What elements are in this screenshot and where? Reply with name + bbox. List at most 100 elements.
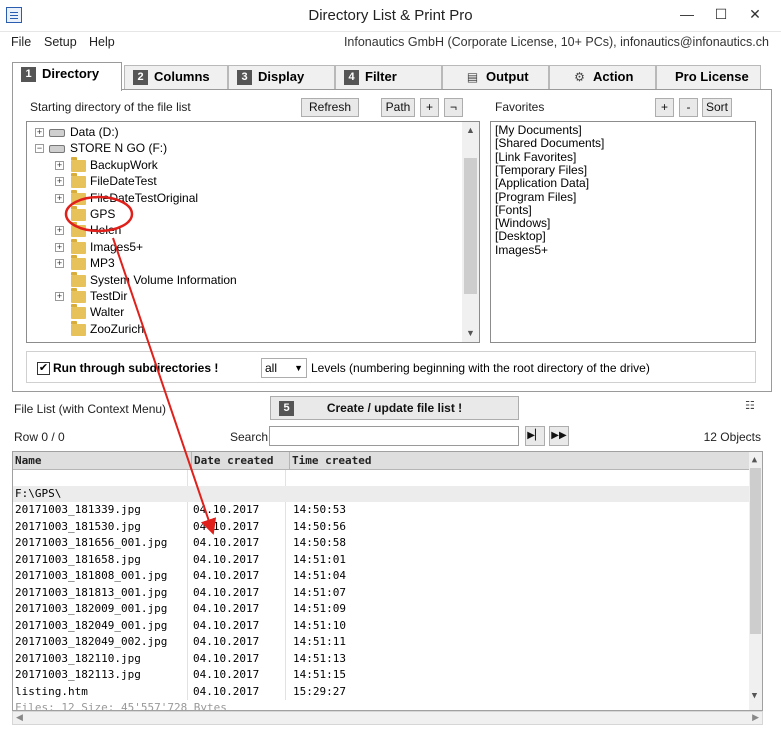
scroll-thumb[interactable] xyxy=(464,158,477,294)
add-favorite-button[interactable]: + xyxy=(655,98,674,117)
cell-date-created: 04.10.2017 xyxy=(193,618,260,632)
tree-node[interactable]: GPS xyxy=(27,206,461,222)
scroll-up-icon[interactable]: ▲ xyxy=(747,452,762,469)
tab-number: 4 xyxy=(344,70,359,85)
tree-node-label: ZooZurich xyxy=(90,321,145,336)
scroll-thumb[interactable] xyxy=(750,468,761,634)
column-header-time[interactable]: Time created xyxy=(289,452,409,470)
table-row[interactable]: 20171003_182049_002.jpg 04.10.2017 14:51:1… xyxy=(13,634,749,650)
tree-node[interactable]: + FileDateTestOriginal xyxy=(27,189,461,206)
expand-icon[interactable]: + xyxy=(55,160,64,170)
tree-node[interactable]: System Volume Information xyxy=(27,271,461,288)
table-row[interactable]: 20171003_182009_001.jpg 04.10.2017 14:51:0… xyxy=(13,601,749,617)
tab-filter[interactable]: 4 Filter xyxy=(335,65,442,90)
search-input[interactable] xyxy=(269,426,519,446)
expand-icon[interactable]: + xyxy=(55,259,64,269)
table-row[interactable]: 20171003_182110.jpg 04.10.2017 14:51:13 xyxy=(13,651,749,667)
close-button[interactable]: ✕ xyxy=(744,3,766,25)
search-next-button[interactable]: ▶▏ xyxy=(525,426,545,446)
table-row[interactable]: 20171003_181530.jpg 04.10.2017 14:50:56 xyxy=(13,519,749,535)
summary-row: Files: 12 Size: 45'557'728 Bytes xyxy=(13,700,749,710)
column-header-date[interactable]: Date created xyxy=(191,452,287,470)
table-row[interactable]: listing.htm 04.10.2017 15:29:27 xyxy=(13,684,749,700)
search-all-button[interactable]: ▶▶ xyxy=(549,426,569,446)
expand-icon[interactable]: + xyxy=(55,177,64,187)
levels-select[interactable]: all ▼ xyxy=(261,358,307,378)
starting-directory-label: Starting directory of the file list xyxy=(30,100,191,114)
subdirectories-checkbox[interactable]: ✔ xyxy=(37,362,50,375)
menu-setup[interactable]: Setup xyxy=(44,35,77,49)
scroll-up-icon[interactable]: ▲ xyxy=(462,122,479,139)
table-row[interactable]: 20171003_181656_001.jpg 04.10.2017 14:50:5… xyxy=(13,535,749,551)
directory-tree[interactable]: + Data (D:) − STORE N GO (F:) + BackupWork + Fi… xyxy=(26,121,480,343)
tab-columns[interactable]: 2 Columns xyxy=(124,65,228,90)
collapse-icon[interactable]: − xyxy=(35,144,44,154)
tree-node[interactable]: ZooZurich xyxy=(27,320,461,337)
file-list-grid[interactable]: Name Date created Time created F:\GPS\ 2… xyxy=(12,451,763,711)
tree-node[interactable]: + Helen xyxy=(27,222,461,238)
maximize-button[interactable]: ☐ xyxy=(710,3,732,25)
menu-help[interactable]: Help xyxy=(89,35,115,49)
cell-time-created: 14:51:15 xyxy=(293,668,346,681)
tree-node[interactable]: + Images5+ xyxy=(27,238,461,255)
tree-node[interactable]: + FileDateTest xyxy=(27,173,461,189)
minimize-button[interactable]: — xyxy=(676,3,698,25)
tab-pro-license[interactable]: Pro License xyxy=(656,65,761,90)
tree-node[interactable]: + BackupWork xyxy=(27,156,461,173)
favorite-item[interactable]: Images5+ xyxy=(495,243,548,257)
favorites-list[interactable]: [My Documents] [Shared Documents] [Link Fa… xyxy=(490,121,756,343)
favorite-item[interactable]: [Link Favorites] xyxy=(495,150,576,164)
scroll-left-icon[interactable]: ◀ xyxy=(16,712,23,723)
table-row[interactable]: 20171003_181339.jpg 04.10.2017 14:50:53 xyxy=(13,502,749,518)
expand-icon[interactable]: + xyxy=(55,226,64,236)
tree-node[interactable]: + TestDir xyxy=(27,288,461,304)
scroll-right-icon[interactable]: ▶ xyxy=(752,712,759,723)
tree-node[interactable]: Walter xyxy=(27,304,461,320)
exclude-path-button[interactable]: ¬ xyxy=(444,98,463,117)
menu-file[interactable]: File xyxy=(11,35,31,49)
grid-horizontal-scrollbar[interactable]: ◀ ▶ xyxy=(12,711,763,725)
tree-node[interactable]: + MP3 xyxy=(27,255,461,271)
favorite-item[interactable]: [Desktop] xyxy=(495,230,546,243)
expand-icon[interactable]: + xyxy=(55,292,64,301)
table-row[interactable]: 20171003_181808_001.jpg 04.10.2017 14:51:0… xyxy=(13,568,749,584)
subdirectories-label: Run through subdirectories ! xyxy=(53,361,219,375)
tab-display[interactable]: 3 Display xyxy=(228,65,335,90)
create-file-list-button[interactable]: 5 Create / update file list ! xyxy=(270,396,519,420)
tree-node[interactable]: + Data (D:) xyxy=(27,124,461,140)
tab-directory[interactable]: 1 Directory xyxy=(12,62,122,91)
grid-scrollbar[interactable]: ▲ ▼ xyxy=(749,452,762,710)
favorite-item[interactable]: [My Documents] xyxy=(495,124,582,137)
folder-row[interactable]: F:\GPS\ xyxy=(13,486,749,502)
table-row[interactable]: 20171003_181813_001.jpg 04.10.2017 14:51:0… xyxy=(13,585,749,601)
table-row[interactable]: 20171003_182049_001.jpg 04.10.2017 14:51:1… xyxy=(13,618,749,634)
favorite-item[interactable]: [Temporary Files] xyxy=(495,163,587,177)
path-button[interactable]: Path xyxy=(381,98,415,117)
tree-scrollbar[interactable]: ▲ ▼ xyxy=(462,122,479,342)
table-row[interactable]: 20171003_182113.jpg 04.10.2017 14:51:15 xyxy=(13,667,749,683)
add-path-button[interactable]: + xyxy=(420,98,439,117)
list-options-icon[interactable]: ☷ xyxy=(745,399,761,413)
scroll-down-icon[interactable]: ▼ xyxy=(462,325,479,342)
tree-node[interactable]: − STORE N GO (F:) xyxy=(27,140,461,156)
tab-number: 2 xyxy=(133,70,148,85)
table-row[interactable]: 20171003_181658.jpg 04.10.2017 14:51:01 xyxy=(13,552,749,568)
column-header-name[interactable]: Name xyxy=(13,452,187,470)
title-bar: Directory List & Print Pro — ☐ ✕ xyxy=(0,0,781,32)
remove-favorite-button[interactable]: - xyxy=(679,98,698,117)
chevron-down-icon: ▼ xyxy=(294,363,303,373)
expand-icon[interactable]: + xyxy=(55,193,64,203)
sort-favorites-button[interactable]: Sort xyxy=(702,98,732,117)
tab-output[interactable]: ▤ Output xyxy=(442,65,549,90)
favorite-item[interactable]: [Shared Documents] xyxy=(495,137,604,150)
refresh-button[interactable]: Refresh xyxy=(301,98,359,117)
favorite-item[interactable]: [Program Files] xyxy=(495,190,576,204)
scroll-down-icon[interactable]: ▼ xyxy=(747,688,762,705)
favorite-item[interactable]: [Application Data] xyxy=(495,177,589,190)
expand-icon[interactable]: + xyxy=(55,242,64,252)
expand-icon[interactable]: + xyxy=(35,128,44,137)
favorite-item[interactable]: [Windows] xyxy=(495,217,550,230)
favorite-item[interactable]: [Fonts] xyxy=(495,203,532,217)
tree-node-label: FileDateTest xyxy=(90,174,157,189)
tab-action[interactable]: ⚙ Action xyxy=(549,65,656,90)
